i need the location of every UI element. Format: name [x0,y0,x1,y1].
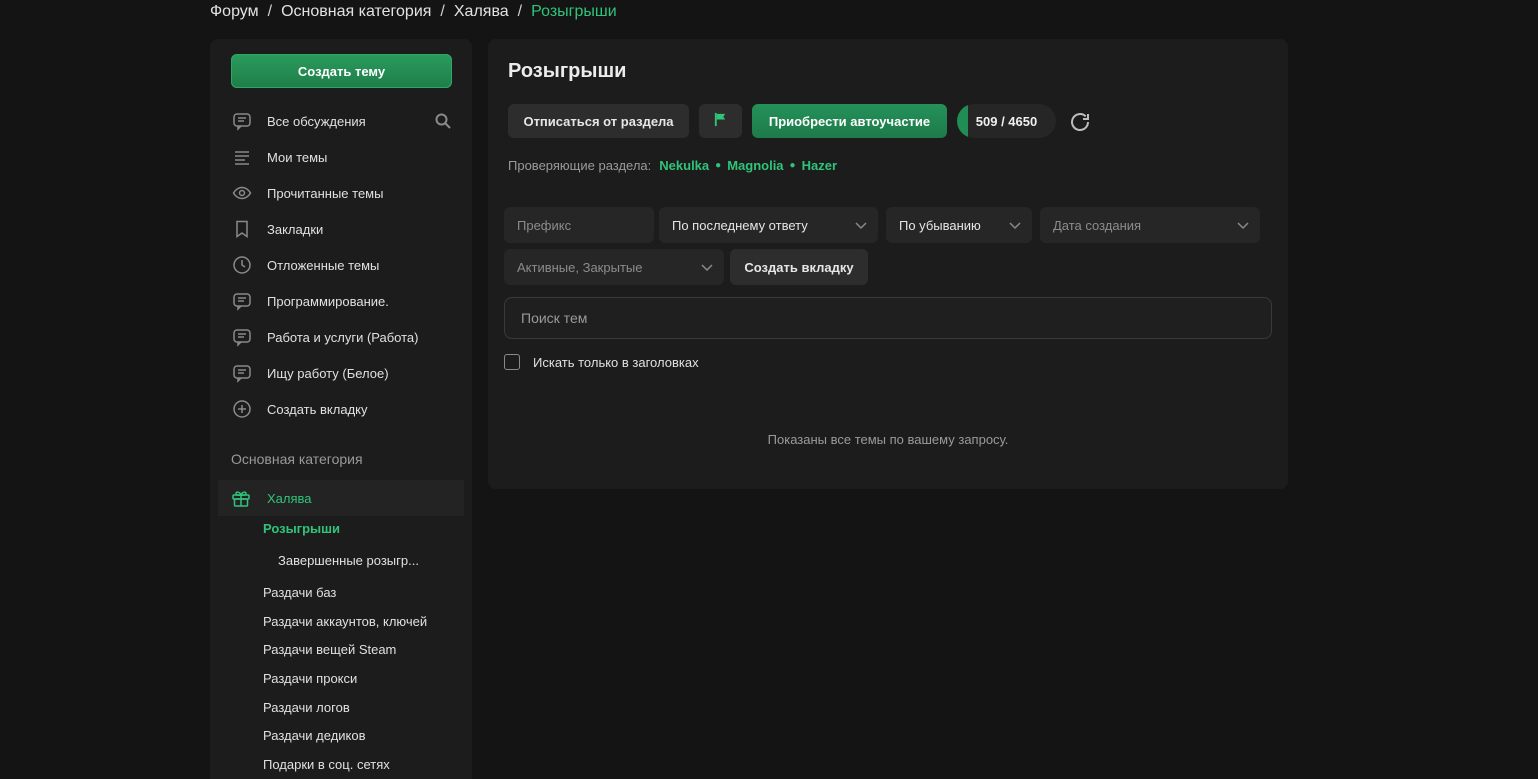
titles-only-option[interactable]: Искать только в заголовках [504,354,699,370]
sidebar-section-title: Основная категория [231,451,363,467]
breadcrumb-current: Розыгрыши [531,3,617,20]
chevron-down-icon [1009,222,1021,230]
titles-only-label: Искать только в заголовках [533,354,699,370]
gift-icon [231,487,253,509]
clock-icon [231,254,253,276]
counter-progress-fill [957,104,968,138]
flag-icon [713,112,728,130]
sidebar-item-label: Закладки [267,221,324,237]
chat-icon [231,362,253,384]
sidebar-item-label: Все обсуждения [267,113,366,129]
sidebar-item-label: Ищу работу (Белое) [267,365,389,381]
eye-icon [231,182,253,204]
sidebar-item-label: Работа и услуги (Работа) [267,329,419,345]
sidebar-subitem-steam-items[interactable]: Раздачи вещей Steam [263,640,396,660]
sidebar-item-label: Прочитанные темы [267,185,384,201]
refresh-icon[interactable] [1068,110,1092,134]
sidebar-subitem-finished-giveaways[interactable]: Завершенные розыгр... [278,551,419,571]
sidebar-item-deferred[interactable]: Отложенные темы [231,247,461,283]
sort-by-select[interactable]: По последнему ответу [659,207,878,243]
sidebar-item-programming[interactable]: Программирование. [231,283,461,319]
page-title: Розыгрыши [508,60,627,82]
bookmark-icon [231,218,253,240]
counter-text: 509 / 4650 [975,113,1038,129]
sidebar-subitem-social-gifts[interactable]: Подарки в соц. сетях [263,755,390,775]
chevron-down-icon [1237,222,1249,230]
unsubscribe-button[interactable]: Отписаться от раздела [508,104,689,138]
sidebar-item-all-discussions[interactable]: Все обсуждения [231,103,461,139]
search-placeholder: Поиск тем [521,310,588,326]
create-topic-button[interactable]: Создать тему [231,54,452,88]
sidebar-item-work-services[interactable]: Работа и услуги (Работа) [231,319,461,355]
search-input[interactable]: Поиск тем [504,297,1272,339]
breadcrumb-separator: / [440,3,445,20]
sidebar-item-my-topics[interactable]: Мои темы [231,139,461,175]
sidebar-category-label: Халява [267,490,312,506]
auto-participation-button[interactable]: Приобрести автоучастие [752,104,947,138]
moderator-link[interactable]: Magnolia [727,158,783,173]
chat-icon [231,290,253,312]
breadcrumb-separator: / [517,3,523,20]
date-select[interactable]: Дата создания [1040,207,1260,243]
breadcrumb-main-category[interactable]: Основная категория [281,3,431,21]
sidebar-item-create-tab[interactable]: Создать вкладку [231,391,461,427]
main-panel: Розыгрыши Отписаться от раздела Приобрес… [488,39,1288,489]
order-select[interactable]: По убыванию [886,207,1032,243]
titles-only-checkbox[interactable] [504,354,520,370]
sidebar-subitem-giveaways[interactable]: Розыгрыши [263,519,340,539]
chevron-down-icon [701,264,713,272]
sidebar-category-freebies[interactable]: Халява [218,480,464,516]
moderator-link[interactable]: Nekulka [659,158,709,173]
moderator-link[interactable]: Hazer [802,158,837,173]
sidebar-item-label: Мои темы [267,149,328,165]
sidebar-item-label: Программирование. [267,293,389,309]
prefix-placeholder: Префикс [517,217,572,233]
sidebar: Создать тему Все обсуждения Мои темы Про… [210,39,472,779]
sidebar-item-job-search[interactable]: Ищу работу (Белое) [231,355,461,391]
prefix-filter[interactable]: Префикс [504,207,654,243]
chevron-down-icon [855,222,867,230]
list-icon [231,146,253,168]
sidebar-item-label: Отложенные темы [267,257,380,273]
moderators-label: Проверяющие раздела: [508,158,652,173]
state-select[interactable]: Активные, Закрытые [504,249,724,285]
breadcrumb: Форум / Основная категория / Халява / Ро… [210,0,617,24]
separator-dot: ● [789,160,796,171]
sidebar-subitem-dedicated[interactable]: Раздачи дедиков [263,726,366,746]
plus-circle-icon [231,398,253,420]
moderators: Проверяющие раздела: Nekulka ● Magnolia … [508,158,837,173]
date-placeholder: Дата создания [1053,217,1142,233]
breadcrumb-forum[interactable]: Форум [210,3,259,21]
breadcrumb-freebies[interactable]: Халява [454,3,509,21]
sort-by-value: По последнему ответу [672,217,808,233]
flag-button[interactable] [699,104,742,138]
sidebar-subitem-databases[interactable]: Раздачи баз [263,583,336,603]
sidebar-subitem-proxies[interactable]: Раздачи прокси [263,669,357,689]
chat-icon [231,110,253,132]
search-icon[interactable] [434,112,452,130]
separator-dot: ● [715,160,722,171]
sidebar-item-read-topics[interactable]: Прочитанные темы [231,175,461,211]
chat-icon [231,326,253,348]
empty-results-message: Показаны все темы по вашему запросу. [767,432,1009,447]
order-value: По убыванию [899,217,981,233]
sidebar-subitem-logs[interactable]: Раздачи логов [263,698,350,718]
create-tab-button[interactable]: Создать вкладку [730,249,868,285]
participation-counter: 509 / 4650 [957,104,1056,138]
sidebar-item-bookmarks[interactable]: Закладки [231,211,461,247]
sidebar-item-label: Создать вкладку [267,401,368,417]
state-placeholder: Активные, Закрытые [517,259,643,275]
sidebar-subitem-accounts-keys[interactable]: Раздачи аккаунтов, ключей [263,612,427,632]
breadcrumb-separator: / [267,3,273,20]
